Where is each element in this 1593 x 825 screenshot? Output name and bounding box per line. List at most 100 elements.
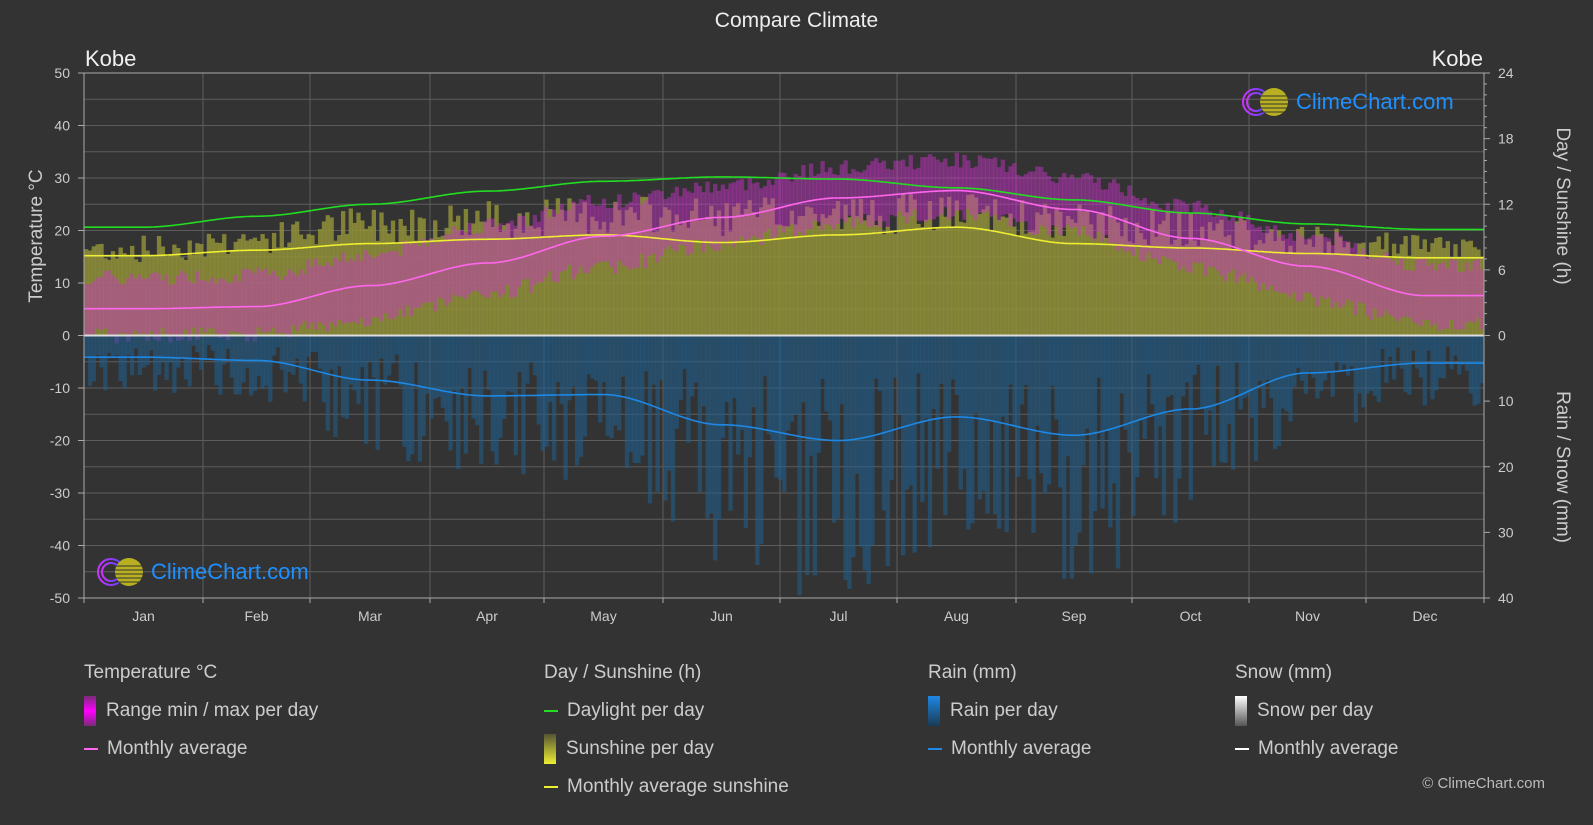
rain-day-bar [555,335,561,383]
temp-range-day-bar [1299,236,1305,301]
rain-day-bar [736,335,741,455]
temp-range-day-bar [678,196,683,245]
legend-rain-header: Rain (mm) [928,662,1017,683]
rain-day-bar [1150,335,1155,405]
y-left-tick-label: 50 [54,65,70,81]
rain-day-bar [494,335,499,465]
rain-day-bar [835,335,841,519]
sunshine-day-bar [862,220,867,336]
temp-range-swatch-icon [84,696,96,726]
temp-range-day-bar [153,272,158,340]
rain-day-bar [1058,335,1063,488]
x-tick-label-sep: Sep [1062,608,1087,624]
temp-range-day-bar [996,167,1002,221]
temp-range-day-bar [916,167,921,221]
sunshine-day-bar [1073,222,1078,336]
sunshine-day-bar [962,222,967,336]
legend-snow: Snow (mm) Snow per day Monthly average [1235,662,1398,776]
temp-range-day-bar [854,171,860,218]
rain-day-bar [620,335,626,377]
rain-day-bar [716,335,722,520]
temp-range-day-bar [1008,166,1013,227]
temp-range-day-bar [690,192,695,254]
rain-day-bar [314,335,319,352]
temp-range-day-bar [191,283,196,328]
sunshine-swatch-icon [544,734,556,764]
temp-range-day-bar [413,242,419,308]
rain-day-bar [958,335,963,490]
rain-day-bar [1280,335,1286,409]
rain-day-bar [1123,335,1128,430]
rain-day-bar [1361,335,1366,408]
sunshine-day-bar [828,215,833,336]
temp-range-day-bar [141,278,146,333]
temp-range-day-bar [828,167,833,226]
sunshine-day-bar [1092,238,1098,336]
rain-day-bar [640,335,645,456]
legend-item-sunshine: Sunshine per day [544,734,789,764]
rain-day-bar [720,335,726,438]
rain-day-bar [387,335,392,376]
temp-range-day-bar [805,177,810,230]
rain-day-bar [1257,335,1263,381]
sunshine-day-bar [1023,233,1029,336]
rain-day-bar [99,335,104,368]
rain-day-bar [563,335,568,480]
rain-day-bar [1211,335,1217,467]
rain-day-bar [897,335,902,415]
legend-label: Daylight per day [567,700,705,721]
legend-item-snow-avg: Monthly average [1235,738,1398,760]
temp-range-day-bar [816,173,821,222]
rain-day-bar [789,335,795,422]
sunshine-day-bar [1096,213,1101,336]
temp-range-day-bar [84,283,89,337]
rain-day-bar [962,335,967,469]
rain-day-bar [920,335,925,503]
temp-range-day-bar [559,203,564,272]
x-tick-label-aug: Aug [944,608,969,624]
temp-range-day-bar [889,169,894,215]
sunshine-day-bar [839,229,844,336]
rain-day-bar [831,335,837,523]
temp-range-day-bar [1388,258,1393,315]
temp-range-day-bar [897,160,902,212]
temp-range-day-bar [720,184,726,242]
temp-range-day-bar [1230,216,1236,270]
rain-day-bar [1330,335,1335,397]
y-right-bottom-tick-label: 30 [1498,524,1514,540]
rain-day-bar [927,335,933,548]
sunshine-day-bar [782,226,787,336]
rain-day-bar [1207,335,1213,411]
rain-day-bar [828,335,833,421]
temp-range-day-bar [248,270,254,338]
rain-day-bar [237,335,242,395]
x-tick-label-jun: Jun [710,608,733,624]
climechart-logo-top[interactable]: ClimeChart.com [1240,86,1454,118]
rain-day-bar [597,335,603,423]
temp-range-day-bar [364,250,369,327]
temp-range-day-bar [329,266,334,323]
rain-day-bar [145,335,150,366]
temp-range-day-bar [321,266,327,325]
rain-day-bar [383,335,388,385]
climechart-logo-bottom[interactable]: ClimeChart.com [95,556,309,588]
rain-day-bar [337,335,342,367]
rain-day-bar [939,335,944,384]
rain-day-bar [210,335,215,351]
rain-day-bar [747,335,752,458]
rain-day-bar [805,335,810,576]
temp-range-day-bar [310,266,315,323]
sunshine-day-bar [1016,236,1021,336]
rain-day-bar [966,335,971,530]
legend-sunshine: Day / Sunshine (h) Daylight per day Suns… [544,662,789,814]
rain-day-bar [739,335,745,430]
sunshine-day-bar [1031,231,1036,336]
snow-avg-line-icon [1235,748,1249,750]
temp-range-day-bar [835,174,841,225]
rain-day-bar [1476,335,1481,404]
rain-day-bar [1184,335,1190,383]
rain-day-bar [1031,335,1036,533]
legend-label: Snow per day [1257,700,1374,721]
temp-range-day-bar [1023,174,1029,222]
temp-range-day-bar [647,193,653,256]
